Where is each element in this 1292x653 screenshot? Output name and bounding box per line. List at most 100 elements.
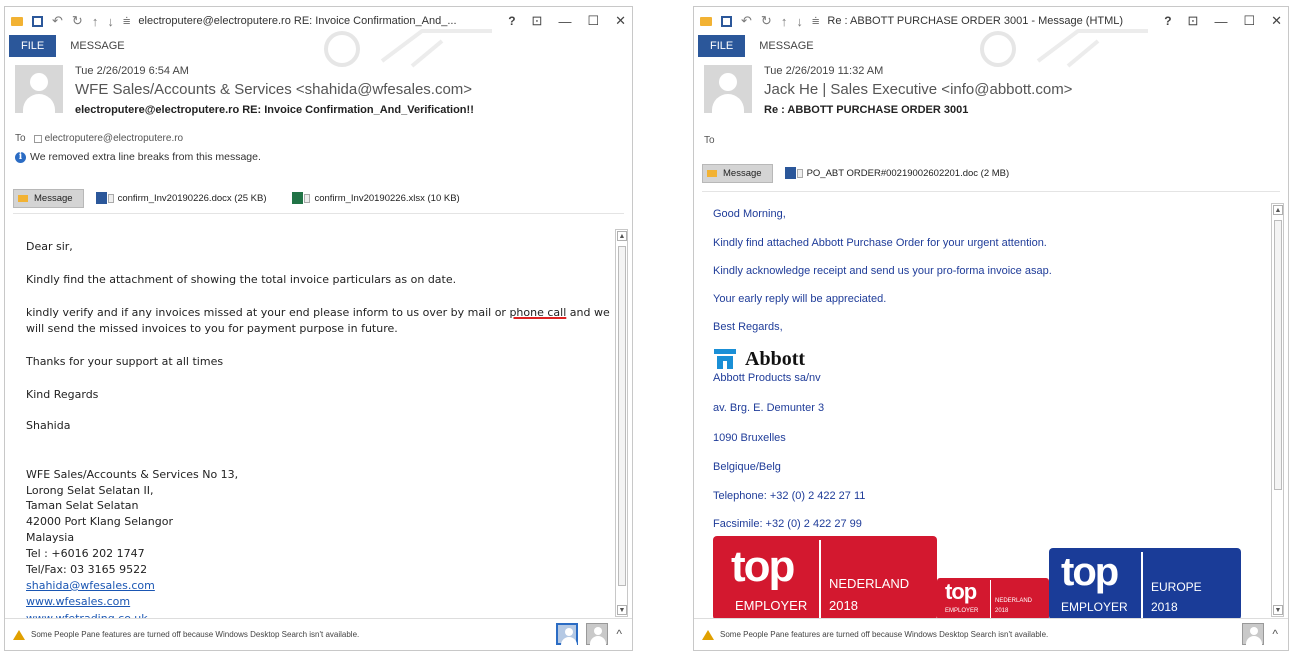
signature-line: Tel/Fax: 03 3165 9522 <box>26 563 148 576</box>
body-line-5: Kind Regards <box>26 388 99 401</box>
message-sender[interactable]: Jack He | Sales Executive <info@abbott.c… <box>764 81 1072 98</box>
title-bar: ↶ ↻ ↑ ↓ ⩧ electroputere@electroputere.ro… <box>5 7 632 68</box>
previous-item-icon[interactable]: ↑ <box>92 14 99 29</box>
next-item-icon[interactable]: ↓ <box>796 14 803 29</box>
ribbon-display-icon[interactable]: ⊡ <box>532 13 543 29</box>
status-text: Some People Pane features are turned off… <box>720 630 1049 639</box>
chevron-up-icon[interactable]: ^ <box>1272 627 1278 641</box>
tab-file[interactable]: FILE <box>9 35 57 57</box>
minimize-icon[interactable]: — <box>558 14 571 29</box>
ribbon-tabs: FILE MESSAGE <box>694 35 1288 57</box>
scroll-thumb[interactable] <box>1274 220 1282 490</box>
customize-toolbar-icon[interactable]: ⩧ <box>123 13 131 29</box>
tab-message[interactable]: MESSAGE <box>56 35 138 57</box>
body-line-3: Your early reply will be appreciated. <box>713 293 887 305</box>
previous-item-icon[interactable]: ↑ <box>781 14 788 29</box>
quick-access-toolbar: ↶ ↻ ↑ ↓ ⩧ <box>700 13 819 29</box>
body-line-2: kindly verify and if any invoices missed… <box>26 306 610 319</box>
spellcheck-phone-call[interactable]: phone call <box>509 306 566 319</box>
body-signoff: Shahida <box>26 419 71 432</box>
address-line: av. Brg. E. Demunter 3 <box>713 402 825 414</box>
window-controls: ? ⊡ — ☐ ✕ <box>508 13 626 29</box>
abbott-logo-icon <box>714 349 736 369</box>
info-notice[interactable]: i We removed extra line breaks from this… <box>15 151 261 163</box>
sender-avatar <box>704 65 752 113</box>
minimize-icon[interactable]: — <box>1214 14 1227 29</box>
message-subject: Re : ABBOTT PURCHASE ORDER 3001 <box>764 104 969 116</box>
save-icon[interactable] <box>32 15 43 27</box>
email-link[interactable]: shahida@wfesales.com <box>26 579 155 592</box>
help-icon[interactable]: ? <box>1164 14 1171 28</box>
signature-line: Lorong Selat Selatan II, <box>26 484 154 497</box>
message-date: Tue 2/26/2019 6:54 AM <box>75 65 189 77</box>
email-window-right: ↶ ↻ ↑ ↓ ⩧ Re : ABBOTT PURCHASE ORDER 300… <box>693 6 1289 651</box>
envelope-icon <box>700 16 712 26</box>
maximize-icon[interactable]: ☐ <box>1243 13 1255 29</box>
next-item-icon[interactable]: ↓ <box>107 14 114 29</box>
message-sender[interactable]: WFE Sales/Accounts & Services <shahida@w… <box>75 81 474 98</box>
attachment-docx[interactable]: confirm_Inv20190226.docx (25 KB) <box>95 192 266 204</box>
body-line-1: Kindly find the attachment of showing th… <box>26 273 457 286</box>
abbott-wordmark: Abbott <box>745 347 806 370</box>
signature-line: 42000 Port Klang Selangor <box>26 515 174 528</box>
undo-icon[interactable]: ↶ <box>52 13 63 29</box>
help-icon[interactable]: ? <box>508 14 515 28</box>
signature-line: WFE Sales/Accounts & Services No 13, <box>26 468 239 481</box>
address-line: Belgique/Belg <box>713 461 781 473</box>
recipient-checkbox <box>33 134 42 143</box>
window-title: electroputere@electroputere.ro RE: Invoi… <box>138 15 457 27</box>
body-signoff: Best Regards, <box>713 321 783 333</box>
scroll-up-icon[interactable]: ▲ <box>617 231 627 241</box>
scrollbar[interactable]: ▲ ▼ <box>615 229 628 617</box>
ribbon-display-icon[interactable]: ⊡ <box>1188 13 1199 29</box>
message-body: Dear sir, Kindly find the attachment of … <box>13 213 624 620</box>
to-recipient[interactable]: electroputere@electroputere.ro <box>45 133 184 144</box>
close-icon[interactable]: ✕ <box>1271 13 1282 29</box>
to-label: To <box>15 133 26 144</box>
excel-icon <box>292 192 304 204</box>
window-title: Re : ABBOTT PURCHASE ORDER 3001 - Messag… <box>827 15 1124 27</box>
scroll-down-icon[interactable]: ▼ <box>617 605 627 615</box>
to-label: To <box>704 135 715 146</box>
people-pane-icon-2[interactable] <box>586 623 609 645</box>
people-pane-icon[interactable] <box>556 623 579 646</box>
top-logo-text: top <box>945 579 977 604</box>
close-icon[interactable]: ✕ <box>615 13 626 29</box>
message-subject: electroputere@electroputere.ro RE: Invoi… <box>75 104 474 116</box>
top-logo-text: top <box>1061 550 1119 594</box>
attachment-xlsx[interactable]: confirm_Inv20190226.xlsx (10 KB) <box>292 192 460 204</box>
website-link[interactable]: www.wfesales.com <box>26 595 130 608</box>
message-header: Tue 2/26/2019 11:32 AM Jack He | Sales E… <box>694 57 1288 167</box>
window-controls: ? ⊡ — ☐ ✕ <box>1164 13 1282 29</box>
undo-icon[interactable]: ↶ <box>741 13 752 29</box>
status-bar: Some People Pane features are turned off… <box>5 618 632 650</box>
body-greeting: Good Morning, <box>713 208 786 220</box>
redo-icon[interactable]: ↻ <box>72 13 83 29</box>
region-text: NEDERLAND <box>995 598 1033 604</box>
save-icon[interactable] <box>721 15 732 27</box>
word-doc-icon <box>95 192 107 204</box>
company-name: Abbott Products sa/nv <box>713 372 821 384</box>
redo-icon[interactable]: ↻ <box>761 13 772 29</box>
warning-icon <box>702 629 714 640</box>
message-attachment-tab[interactable]: Message <box>702 163 773 183</box>
maximize-icon[interactable]: ☐ <box>587 13 599 29</box>
scroll-up-icon[interactable]: ▲ <box>1273 205 1283 215</box>
top-employer-banners: top EMPLOYER NEDERLAND 2018 top EMPLOYER… <box>713 536 1243 620</box>
customize-toolbar-icon[interactable]: ⩧ <box>812 13 820 29</box>
message-date: Tue 2/26/2019 11:32 AM <box>764 65 884 77</box>
people-pane-icon[interactable] <box>1242 623 1265 645</box>
chevron-up-icon[interactable]: ^ <box>616 627 622 641</box>
top-employer-banner-europe: top EMPLOYER EUROPE 2018 <box>1049 548 1241 620</box>
signature-line: Taman Selat Selatan <box>26 499 139 512</box>
status-text: Some People Pane features are turned off… <box>31 630 360 639</box>
message-attachment-tab[interactable]: Message <box>13 188 84 208</box>
scroll-thumb[interactable] <box>618 246 626 586</box>
tab-message[interactable]: MESSAGE <box>745 35 827 57</box>
tab-file[interactable]: FILE <box>698 35 746 57</box>
scroll-down-icon[interactable]: ▼ <box>1273 605 1283 615</box>
attachment-doc[interactable]: PO_ABT ORDER#00219002602201.doc (2 MB) <box>784 167 1009 179</box>
scrollbar[interactable]: ▲ ▼ <box>1271 203 1284 617</box>
message-body: Good Morning, Kindly find attached Abbot… <box>702 191 1280 620</box>
region-text: EUROPE <box>1151 580 1202 594</box>
